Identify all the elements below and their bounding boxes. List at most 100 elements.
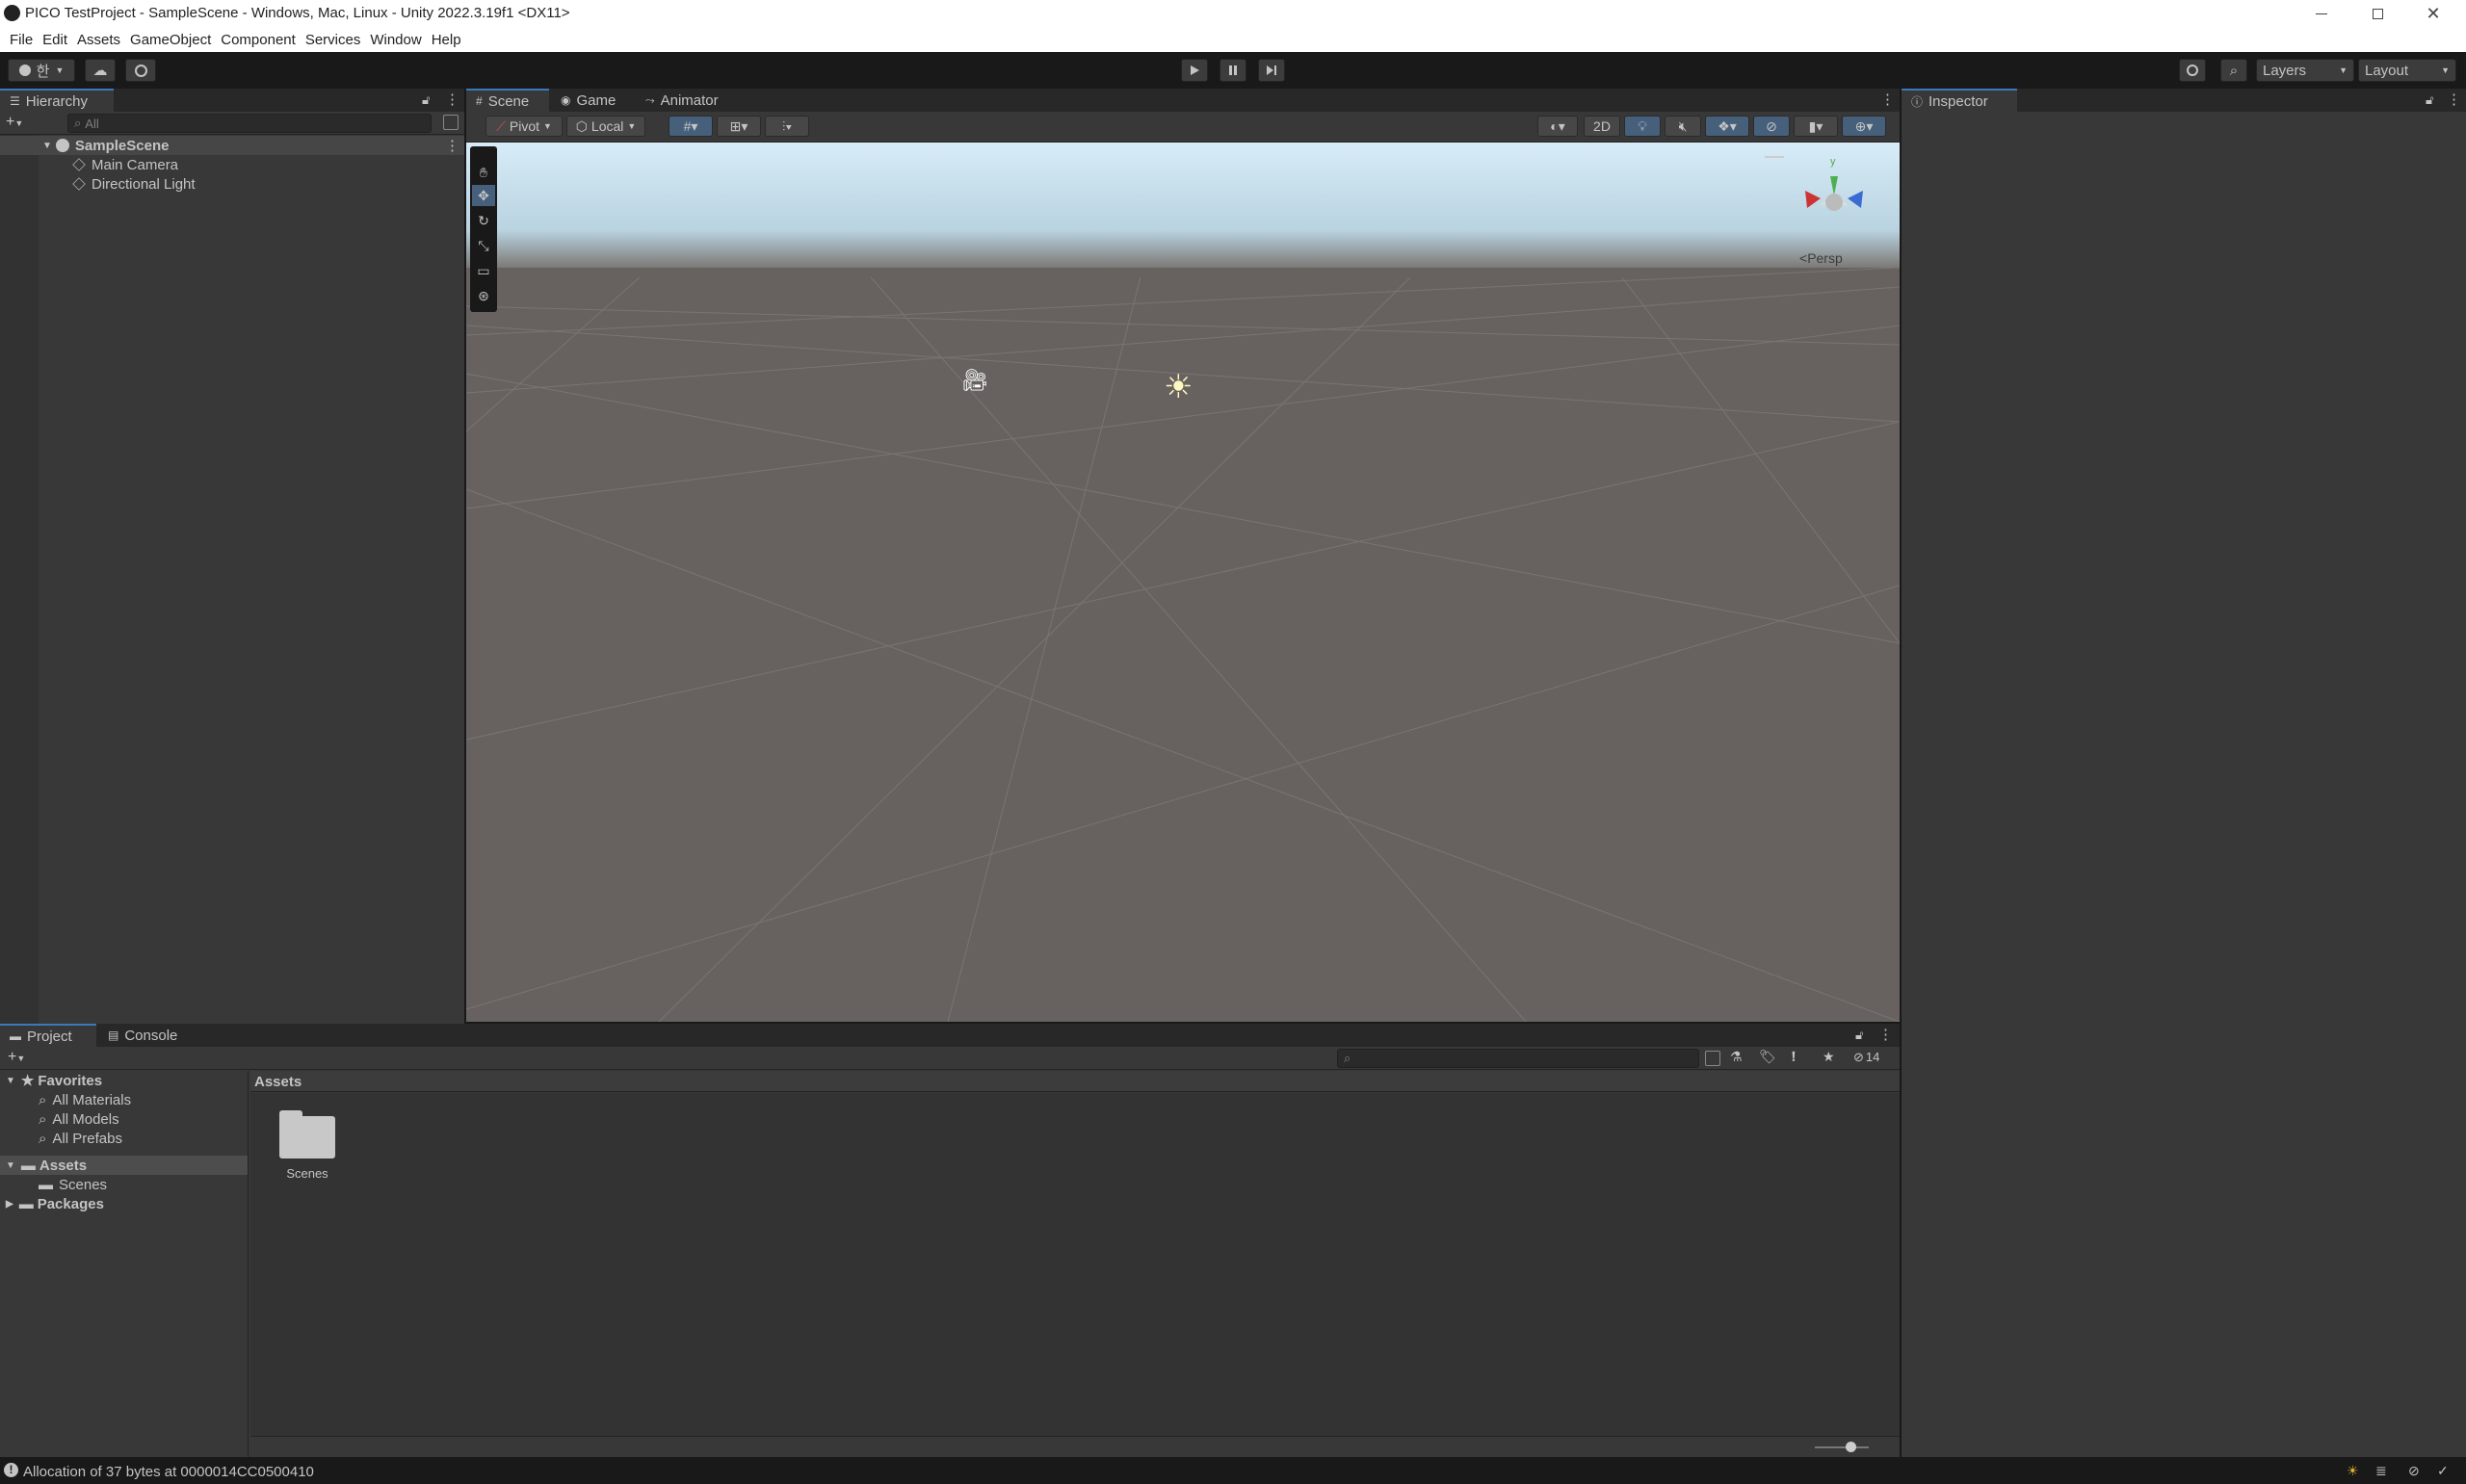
cloud-button[interactable]: ☁ [85,59,116,82]
tab-scene[interactable]: # Scene [466,89,549,112]
tab-project[interactable]: ▬ Project [0,1024,96,1047]
list-item[interactable]: ▬ Scenes [0,1175,248,1194]
hierarchy-search-input[interactable]: ⌕ All [67,114,432,133]
project-search-input[interactable]: ⌕ [1337,1049,1699,1068]
kebab-menu-icon[interactable]: ⋮ [1878,1026,1893,1043]
scene-row[interactable]: ▼ SampleScene ⋮ [0,136,464,155]
draw-mode-dropdown[interactable]: ◐▾ [1537,116,1578,137]
lock-icon[interactable]: 🔓︎ [1855,1028,1863,1043]
tab-hierarchy[interactable]: ☰ Hierarchy [0,89,114,112]
orientation-gizmo[interactable] [1786,152,1900,239]
chevron-down-icon: ▼ [2339,65,2348,75]
menu-file[interactable]: File [10,32,42,48]
favorites-row[interactable]: ▼ ★ Favorites [0,1071,248,1090]
ruler-icon: ⫶▾ [781,117,793,134]
label-filter-icon[interactable]: 🏷︎ [1759,1049,1776,1065]
play-button[interactable] [1181,59,1208,82]
rotate-tool-icon[interactable]: ↻ [472,210,495,231]
rect-tool-icon[interactable]: ▭ [472,260,495,281]
chevron-down-icon: ▼ [627,121,637,131]
hidden-packages-toggle[interactable]: ⊘ 14 [1853,1050,1879,1065]
light-bulb-icon: 💡︎ [1638,117,1647,134]
breadcrumb-item[interactable]: Assets [254,1074,302,1090]
packages-row[interactable]: ▶ ▬ Packages [0,1194,248,1213]
list-item[interactable]: ⌕ All Prefabs [0,1129,248,1148]
scale-tool-icon[interactable]: ⤡ [472,235,495,256]
menu-component[interactable]: Component [221,32,305,48]
transform-tool-icon[interactable]: ⊛ [472,285,495,306]
tab-inspector[interactable]: ⓘ Inspector [1902,89,2017,112]
restore-button[interactable] [2349,0,2405,27]
grid-snap-toggle[interactable]: #▾ [669,116,713,137]
toggle-2d-button[interactable]: 2D [1584,116,1620,137]
star-icon[interactable]: ★ [1823,1049,1835,1065]
cache-server-icon[interactable]: ≣ [2375,1463,2387,1479]
menu-services[interactable]: Services [305,32,371,48]
local-dropdown[interactable]: ⬡ Local ▼ [566,116,645,137]
increment-snap-dropdown[interactable]: ⫶▾ [765,116,809,137]
collab-button[interactable] [125,59,156,82]
cube-icon [72,177,86,191]
search-filter-icon[interactable] [443,115,459,130]
list-item[interactable]: ⌕ All Materials [0,1090,248,1109]
gizmo-handle[interactable] [1765,156,1784,158]
kebab-menu-icon[interactable]: ⋮ [1880,91,1895,108]
menu-assets[interactable]: Assets [77,32,130,48]
assets-row[interactable]: ▼ ▬ Assets [0,1156,248,1175]
lighting-status-icon[interactable]: ☀ [2347,1463,2359,1479]
type-filter-icon[interactable]: ⚗︎ [1730,1049,1743,1065]
list-item[interactable]: Main Camera [0,155,464,174]
kebab-menu-icon[interactable]: ⋮ [445,137,459,154]
search-button[interactable]: ⌕ [2220,59,2247,82]
audio-toggle[interactable]: 🔇︎ [1665,116,1701,137]
list-item[interactable]: ⌕ All Models [0,1109,248,1129]
scene-viewport[interactable]: 🎥︎ ☀ y <Persp [466,143,1900,1022]
list-item[interactable]: Directional Light [0,174,464,194]
minimize-button[interactable] [2294,0,2349,27]
camera-gizmo-icon[interactable]: 🎥︎ [961,368,988,393]
tab-game[interactable]: ◉ Game [551,89,638,112]
close-button[interactable]: ✕ [2405,0,2461,27]
search-filter-icon[interactable] [1705,1051,1720,1066]
lighting-toggle[interactable]: 💡︎ [1624,116,1661,137]
add-button[interactable]: +▼ [6,114,23,131]
menu-window[interactable]: Window [370,32,431,48]
chevron-down-icon: ▼ [2441,65,2450,75]
kebab-menu-icon[interactable]: ⋮ [445,91,459,108]
camera-dropdown[interactable]: ▮▾ [1794,116,1838,137]
menu-gameobject[interactable]: GameObject [130,32,221,48]
tab-console[interactable]: ▤ Console [98,1024,195,1047]
zoom-slider-thumb[interactable] [1846,1442,1856,1452]
scene-visibility-toggle[interactable]: ⊘ [1753,116,1790,137]
menu-edit[interactable]: Edit [42,32,77,48]
network-icon[interactable]: ⊘ [2408,1463,2420,1479]
account-dropdown[interactable]: 한 ▼ [8,59,75,82]
tab-animator[interactable]: ⤳ Animator [636,89,742,112]
layers-dropdown[interactable]: Layers ▼ [2256,59,2354,82]
warning-filter-icon[interactable]: ❗︎ [1792,1049,1796,1065]
layout-dropdown[interactable]: Layout ▼ [2358,59,2456,82]
pivot-dropdown[interactable]: ⟋ Pivot ▼ [485,116,563,137]
gizmos-dropdown[interactable]: ⊕▾ [1842,116,1886,137]
projection-toggle[interactable]: <Persp [1799,250,1843,266]
kebab-menu-icon[interactable]: ⋮ [2447,91,2461,108]
grid-item[interactable]: Scenes [264,1110,351,1181]
step-button[interactable] [1258,59,1285,82]
undo-history-button[interactable] [2179,59,2206,82]
menu-help[interactable]: Help [432,32,471,48]
snap-increment-toggle[interactable]: ⊞▾ [717,116,761,137]
console-icon: ▤ [108,1028,119,1042]
expand-arrow-icon: ▼ [6,1159,15,1171]
light-gizmo-icon[interactable]: ☀ [1164,368,1193,406]
status-message[interactable]: Allocation of 37 bytes at 0000014CC05004… [23,1464,314,1480]
effects-dropdown[interactable]: ❖▾ [1705,116,1749,137]
check-icon[interactable]: ✓ [2437,1463,2449,1479]
pause-button[interactable] [1220,59,1246,82]
local-icon: ⬡ [575,117,588,134]
move-tool-icon[interactable]: ✥ [472,185,495,206]
lock-icon[interactable]: 🔓︎ [2426,92,2433,108]
lock-icon[interactable]: 🔓︎ [422,92,430,108]
zoom-slider-track[interactable] [1815,1446,1869,1448]
hand-tool-icon[interactable]: ✋︎ [472,162,495,183]
add-button[interactable]: +▼ [8,1049,25,1066]
